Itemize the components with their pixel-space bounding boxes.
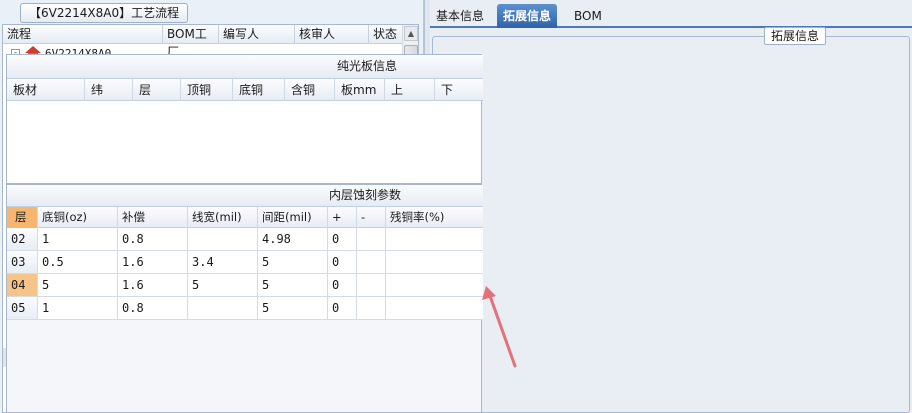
base-copper-cell[interactable]: 0.5: [38, 251, 118, 273]
layer-cell[interactable]: 04: [7, 274, 38, 296]
col-header-residual-copper[interactable]: 残铜率(%): [386, 207, 483, 228]
plus-cell[interactable]: 0: [328, 251, 357, 273]
grid-column-headers: 板材 纬 层 顶铜 底铜 含铜 板mm 上 下: [7, 79, 483, 101]
col-header-line-width[interactable]: 线宽(mil): [188, 207, 258, 228]
col-header-status[interactable]: 状态: [369, 25, 403, 44]
spacing-cell[interactable]: 4.98: [258, 228, 328, 250]
spacing-cell[interactable]: 5: [258, 297, 328, 319]
col-header-base-copper[interactable]: 底铜(oz): [38, 207, 118, 228]
col-header-top-copper[interactable]: 顶铜: [181, 79, 233, 101]
line-width-cell[interactable]: [188, 228, 258, 250]
line-width-cell[interactable]: 3.4: [188, 251, 258, 273]
table-row[interactable]: 03 0.5 1.6 3.4 5 0: [7, 251, 483, 274]
grid-title: 内层蚀刻参数: [7, 185, 483, 207]
col-header-layer[interactable]: 层: [7, 207, 38, 228]
plus-cell[interactable]: 0: [328, 297, 357, 319]
grid-column-headers: 层 底铜(oz) 补偿 线宽(mil) 间距(mil) + - 残铜率(%): [7, 207, 483, 228]
residual-copper-cell[interactable]: [386, 274, 483, 296]
minus-cell[interactable]: [357, 297, 386, 319]
col-header-compensation[interactable]: 补偿: [118, 207, 188, 228]
grid-title: 纯光板信息: [7, 55, 483, 79]
compensation-cell[interactable]: 0.8: [118, 297, 188, 319]
scroll-up-arrow-icon[interactable]: ▲: [404, 26, 418, 41]
tree-header: 流程 BOM工厂 编写人 核审人 状态: [3, 25, 403, 59]
tab-extended-info[interactable]: 拓展信息: [497, 4, 558, 28]
col-header-writer[interactable]: 编写人: [219, 25, 295, 44]
line-width-cell[interactable]: 5: [188, 274, 258, 296]
table-row[interactable]: 04 5 1.6 5 5 0: [7, 274, 483, 297]
col-header-board[interactable]: 板材: [7, 79, 85, 101]
minus-cell[interactable]: [357, 251, 386, 273]
detail-panel: 基本信息 拓展信息 BOM 拓展信息: [430, 0, 912, 413]
base-copper-cell[interactable]: 1: [38, 297, 118, 319]
line-width-cell[interactable]: [188, 297, 258, 319]
tab-basic-info[interactable]: 基本信息: [430, 4, 490, 28]
col-header-board-mm[interactable]: 板mm: [335, 79, 385, 101]
spacing-cell[interactable]: 5: [258, 274, 328, 296]
etch-rows: 02 1 0.8 4.98 0 03 0.5 1.6 3.4 5 0 04 5 1.6 5 5 0 05 1 0.8 5…: [7, 228, 483, 320]
base-copper-cell[interactable]: 5: [38, 274, 118, 296]
inner-etch-params-grid[interactable]: 内层蚀刻参数 层 底铜(oz) 补偿 线宽(mil) 间距(mil) + - 残…: [6, 184, 483, 413]
group-title: 拓展信息: [764, 27, 827, 45]
col-header-layer[interactable]: 层: [133, 79, 181, 101]
minus-cell[interactable]: [357, 274, 386, 296]
tab-bar: 基本信息 拓展信息 BOM: [430, 2, 912, 28]
col-header-spacing[interactable]: 间距(mil): [258, 207, 328, 228]
extended-info-group: [432, 36, 910, 413]
compensation-cell[interactable]: 0.8: [118, 228, 188, 250]
bare-board-info-grid[interactable]: 纯光板信息 板材 纬 层 顶铜 底铜 含铜 板mm 上 下: [6, 54, 483, 184]
col-header-bottom[interactable]: 下: [435, 79, 483, 101]
col-header-flow[interactable]: 流程: [3, 25, 163, 44]
base-copper-cell[interactable]: 1: [38, 228, 118, 250]
layer-cell[interactable]: 05: [7, 297, 38, 319]
residual-copper-cell[interactable]: [386, 297, 483, 319]
compensation-cell[interactable]: 1.6: [118, 251, 188, 273]
layer-cell[interactable]: 02: [7, 228, 38, 250]
tab-bom[interactable]: BOM: [568, 4, 608, 28]
col-header-plus[interactable]: +: [328, 207, 357, 228]
col-header-top[interactable]: 上: [385, 79, 435, 101]
minus-cell[interactable]: [357, 228, 386, 250]
compensation-cell[interactable]: 1.6: [118, 274, 188, 296]
spacing-cell[interactable]: 5: [258, 251, 328, 273]
plus-cell[interactable]: 0: [328, 228, 357, 250]
table-row[interactable]: 05 1 0.8 5 0: [7, 297, 483, 320]
col-header-bottom-copper[interactable]: 底铜: [233, 79, 285, 101]
residual-copper-cell[interactable]: [386, 251, 483, 273]
col-header-checker[interactable]: 核审人: [295, 25, 369, 44]
residual-copper-cell[interactable]: [386, 228, 483, 250]
col-header-bom-factory[interactable]: BOM工厂: [163, 25, 219, 59]
layer-cell[interactable]: 03: [7, 251, 38, 273]
col-header-copper-content[interactable]: 含铜: [285, 79, 335, 101]
table-row[interactable]: 02 1 0.8 4.98 0: [7, 228, 483, 251]
col-header-weft[interactable]: 纬: [85, 79, 133, 101]
panel-title: 【6V2214X8A0】工艺流程: [20, 3, 189, 23]
plus-cell[interactable]: 0: [328, 274, 357, 296]
col-header-minus[interactable]: -: [357, 207, 386, 228]
